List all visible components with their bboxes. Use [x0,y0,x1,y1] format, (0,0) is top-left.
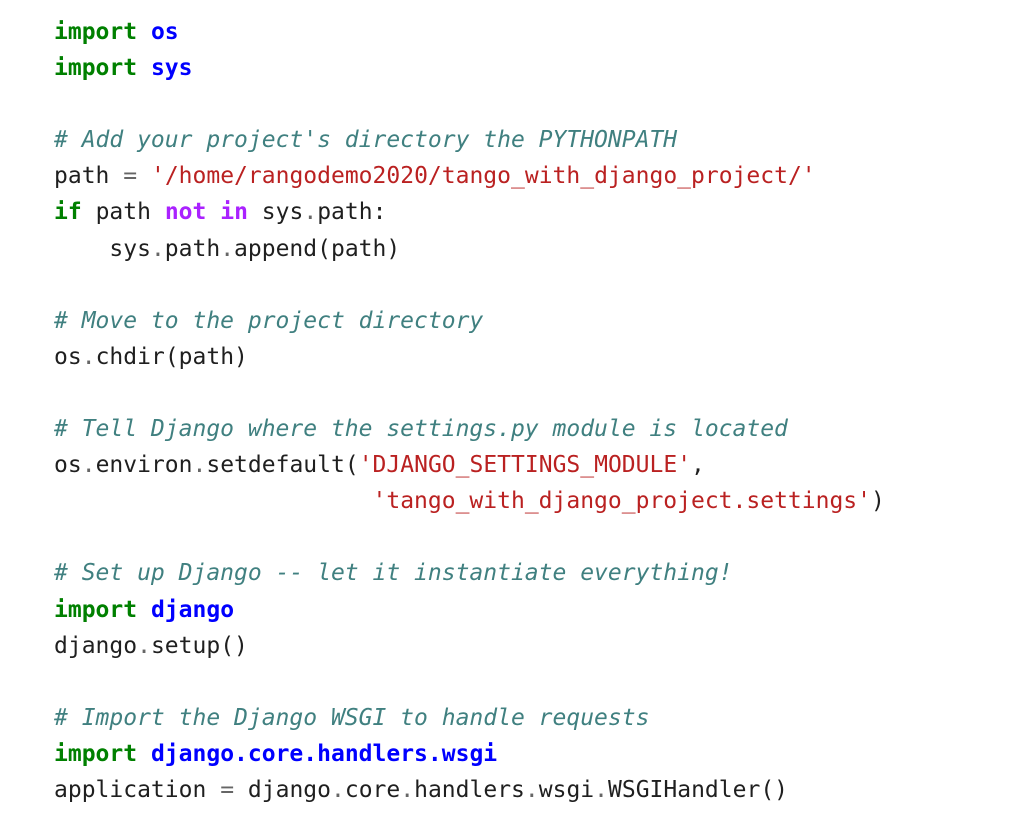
call-args: (path) [164,343,248,370]
identifier: path [54,163,110,190]
punctuation: . [331,776,345,803]
code-block: import os import sys # Add your project's … [54,14,885,808]
code-line: django.setup() [54,628,885,664]
function-name: setup [150,632,221,659]
operator-keyword: not [164,199,207,226]
punctuation: . [524,776,539,803]
identifier: django [247,776,331,803]
identifier: path [164,235,221,262]
punctuation: , [691,452,705,479]
module-name: os [150,19,179,45]
identifier: os [54,343,82,370]
module-name: django.core.handlers.wsgi [150,740,498,767]
identifier: handlers [414,776,525,803]
code-line: os.environ.setdefault('DJANGO_SETTINGS_M… [54,447,885,483]
punctuation: . [137,632,151,659]
identifier: wsgi [538,776,595,803]
operator: = [123,163,138,190]
function-name: chdir [95,343,165,370]
code-line: # Add your project's directory the PYTHO… [54,122,885,158]
punctuation: . [150,235,165,262]
code-line: import sys [54,50,885,86]
identifier: path [95,199,151,226]
code-line: import django [54,592,885,628]
module-name: django [150,596,235,623]
function-name: WSGIHandler [608,776,761,803]
comment: # Tell Django where the settings.py modu… [54,416,788,443]
punctuation: . [400,776,415,803]
code-line: application = django.core.handlers.wsgi.… [54,772,885,808]
keyword: import [54,740,138,767]
punctuation: . [81,452,96,479]
operator: = [220,776,235,803]
call-args: (path) [317,235,401,262]
keyword: import [54,55,138,82]
code-line: os.chdir(path) [54,339,885,375]
identifier: application [54,776,207,803]
punctuation: ) [871,488,885,515]
punctuation: : [372,199,387,226]
code-line: path = '/home/rangodemo2020/tango_with_d… [54,158,885,194]
code-line: import django.core.handlers.wsgi [54,736,885,772]
code-line: import os [54,14,885,50]
function-name: append [234,235,318,262]
code-line: 'tango_with_django_project.settings') [54,483,885,519]
comment: # Set up Django -- let it instantiate ev… [54,560,733,587]
identifier: sys [261,199,304,226]
string-literal: '/home/rangodemo2020/tango_with_django_p… [150,163,816,190]
function-name: setdefault [206,452,345,479]
identifier: core [344,776,401,803]
keyword: if [54,199,82,226]
punctuation: . [192,452,207,479]
comment: # Move to the project directory [54,307,484,334]
code-line: # Import the Django WSGI to handle reque… [54,700,885,736]
identifier: environ [95,452,193,479]
punctuation: . [594,776,608,803]
punctuation: ( [344,452,359,479]
punctuation: . [81,343,96,370]
comment: # Import the Django WSGI to handle reque… [54,704,650,731]
module-name: sys [150,55,193,82]
code-line: # Set up Django -- let it instantiate ev… [54,555,885,591]
punctuation: . [303,199,318,226]
operator-keyword: in [220,199,248,226]
punctuation: . [220,235,235,262]
identifier: django [54,632,138,659]
string-literal: 'DJANGO_SETTINGS_MODULE' [358,452,692,479]
code-line: sys.path.append(path) [54,231,885,267]
code-line: if path not in sys.path: [54,194,885,230]
call-args: () [760,776,789,803]
identifier: sys [109,235,151,262]
keyword: import [54,596,138,623]
call-args: () [220,632,248,659]
identifier: path [317,199,373,226]
identifier: os [54,452,82,479]
string-literal: 'tango_with_django_project.settings' [372,488,872,515]
keyword: import [54,19,138,45]
comment: # Add your project's directory the PYTHO… [54,127,678,154]
code-line: # Tell Django where the settings.py modu… [54,411,885,447]
code-line: # Move to the project directory [54,303,885,339]
